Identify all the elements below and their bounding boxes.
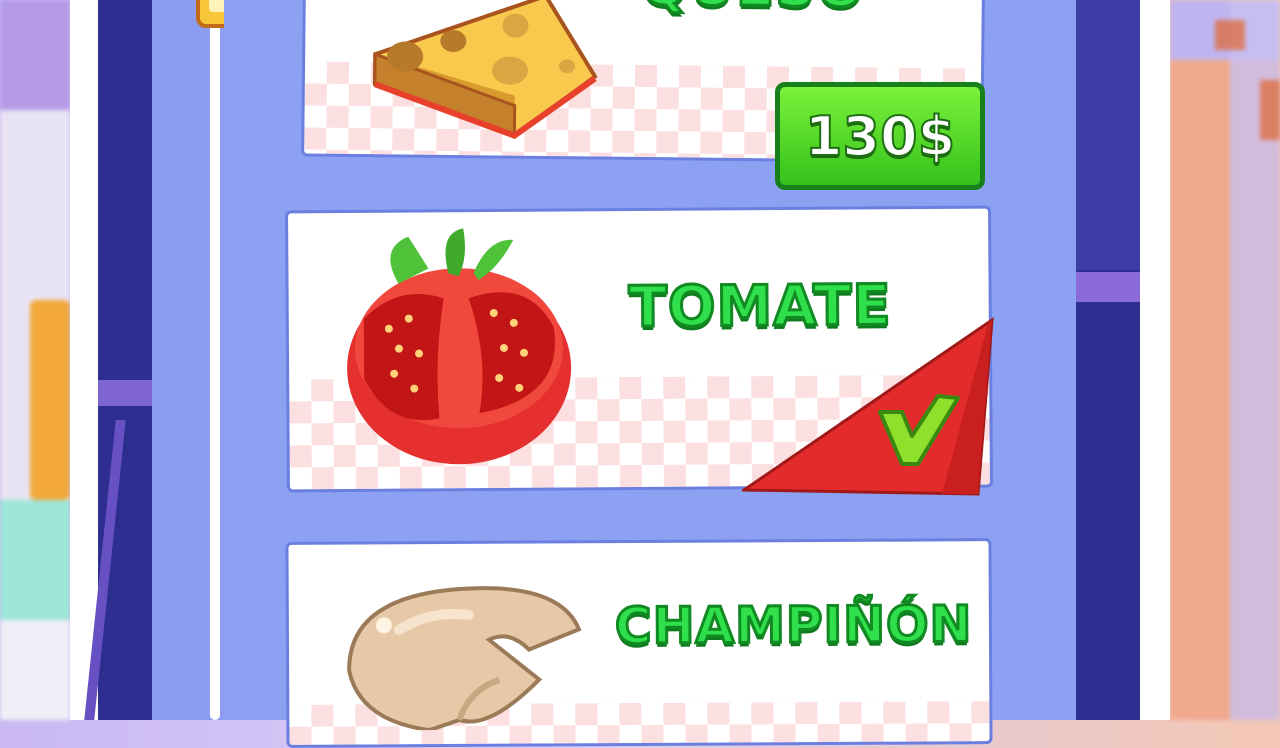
price-label: 130$ xyxy=(804,104,956,169)
ingredient-name: QUESO xyxy=(639,0,867,22)
background-right-blur xyxy=(1170,0,1280,720)
scroll-track[interactable] xyxy=(210,20,220,720)
ingredient-card-champinon[interactable]: CHAMPIÑÓN xyxy=(285,538,993,748)
mushroom-icon xyxy=(347,586,582,731)
background-left-blur xyxy=(0,0,70,720)
owned-badge xyxy=(742,316,994,496)
cheese-icon xyxy=(372,0,598,140)
tomato-icon xyxy=(347,228,572,465)
ingredient-name: CHAMPIÑÓN xyxy=(613,594,974,657)
buy-price-button[interactable]: 130$ xyxy=(775,82,985,190)
